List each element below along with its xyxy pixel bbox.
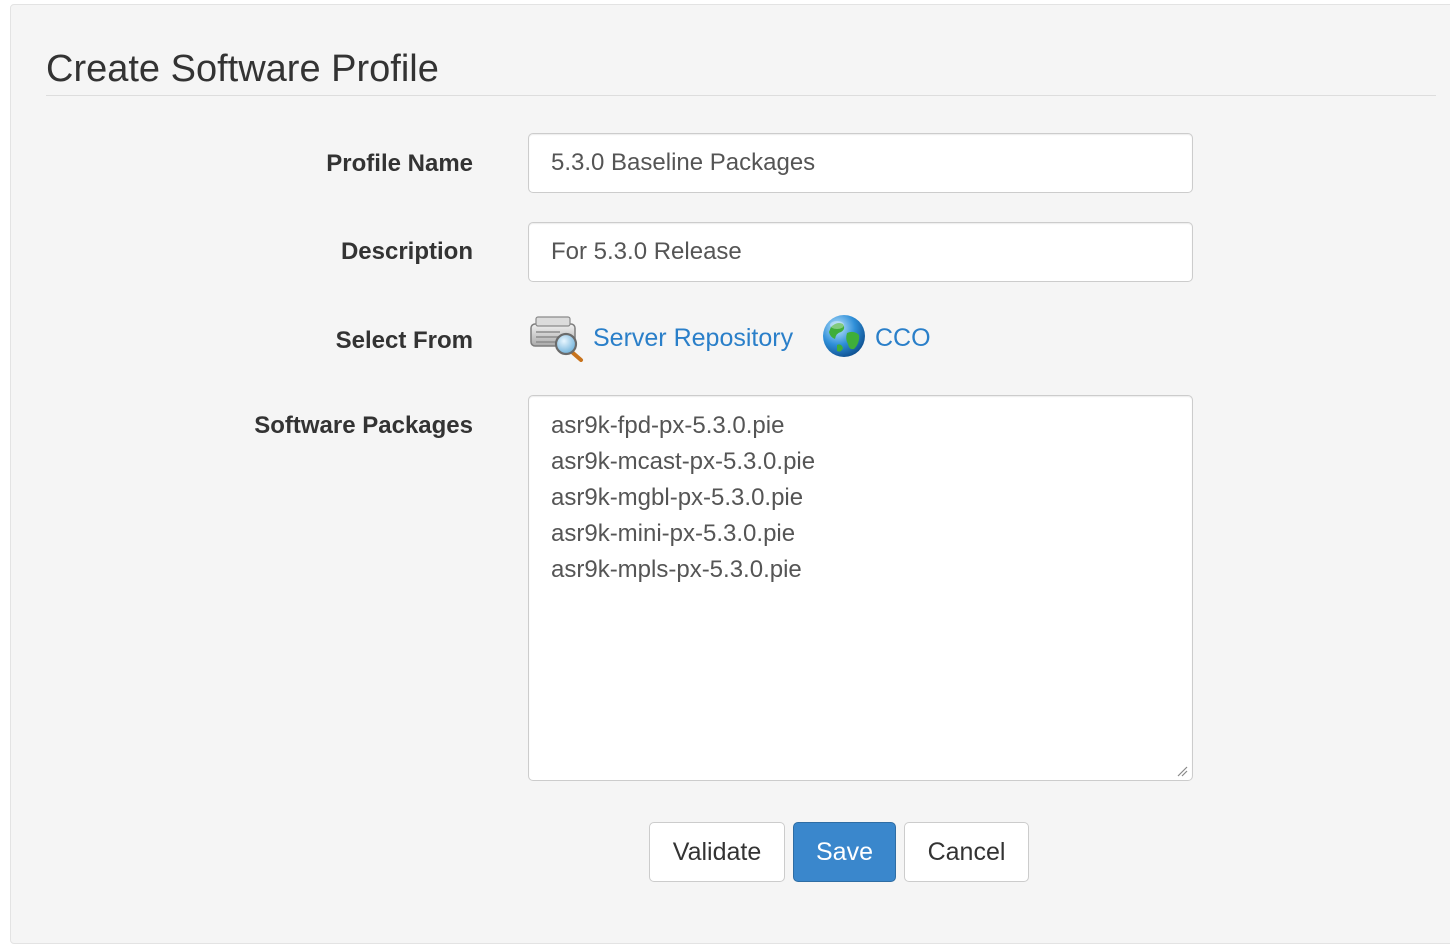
profile-name-input[interactable]: 5.3.0 Baseline Packages: [528, 133, 1193, 193]
cancel-button[interactable]: Cancel: [904, 822, 1029, 882]
cco-label: CCO: [875, 323, 931, 352]
cco-link[interactable]: CCO: [821, 312, 931, 364]
server-repository-label: Server Repository: [593, 323, 794, 352]
profile-name-value: 5.3.0 Baseline Packages: [551, 149, 816, 176]
package-line: asr9k-mgbl-px-5.3.0.pie: [551, 484, 804, 511]
software-packages-textarea[interactable]: asr9k-fpd-px-5.3.0.pie asr9k-mcast-px-5.…: [528, 395, 1193, 781]
globe-icon: [821, 313, 867, 364]
description-value: For 5.3.0 Release: [551, 238, 742, 265]
software-packages-label: Software Packages: [254, 412, 473, 439]
server-repository-icon: [528, 310, 585, 367]
description-label: Description: [340, 238, 473, 265]
profile-name-label: Profile Name: [326, 150, 473, 177]
select-from-label: Select From: [335, 327, 473, 354]
validate-button[interactable]: Validate: [649, 822, 785, 882]
package-line: asr9k-mpls-px-5.3.0.pie: [551, 556, 802, 583]
title-divider: [46, 95, 1436, 96]
package-line: asr9k-mini-px-5.3.0.pie: [551, 520, 796, 547]
save-button[interactable]: Save: [793, 822, 896, 882]
description-input[interactable]: For 5.3.0 Release: [528, 222, 1193, 282]
package-line: asr9k-mcast-px-5.3.0.pie: [551, 448, 816, 475]
package-line: asr9k-fpd-px-5.3.0.pie: [551, 412, 785, 439]
server-repository-link[interactable]: Server Repository: [528, 312, 793, 364]
resize-handle-icon[interactable]: [1176, 764, 1188, 777]
page-title: Create Software Profile: [46, 48, 439, 90]
